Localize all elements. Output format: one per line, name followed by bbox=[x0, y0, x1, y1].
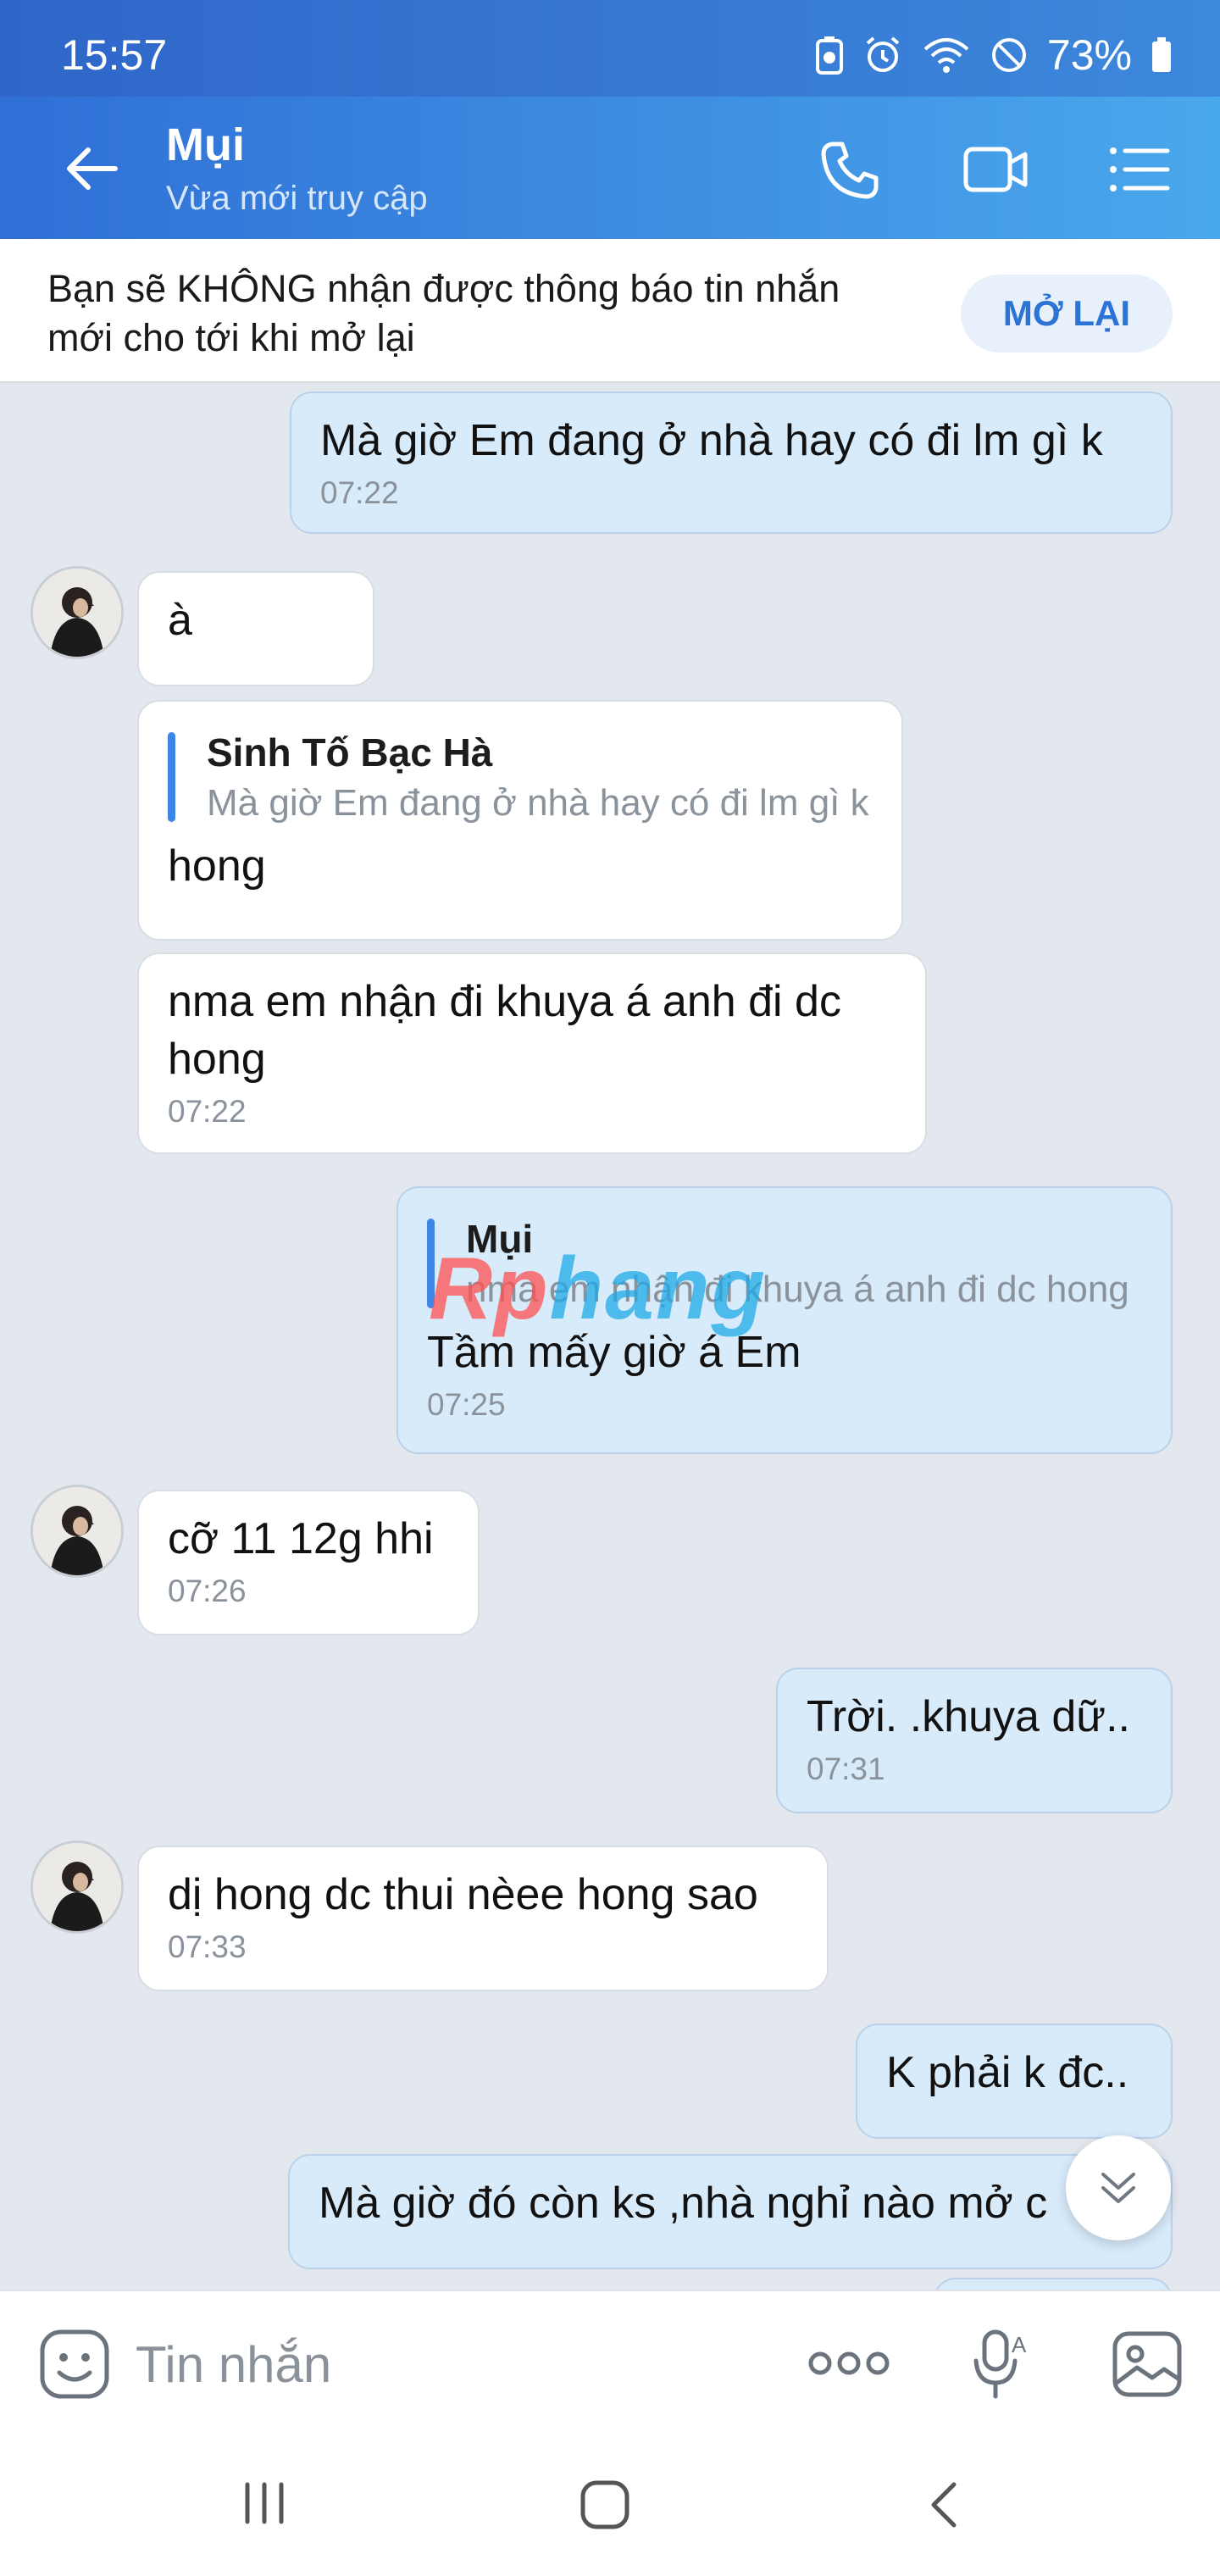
contact-avatar-photo bbox=[33, 569, 121, 657]
avatar[interactable] bbox=[30, 1485, 124, 1578]
message-time: 07:31 bbox=[807, 1752, 885, 1786]
message-outgoing[interactable]: Mà giờ đó còn ks ,nhà nghỉ nào mở c bbox=[288, 2154, 1173, 2269]
list-menu-icon bbox=[1110, 147, 1170, 192]
message-time: 07:26 bbox=[168, 1574, 247, 1608]
status-icons: 73% bbox=[815, 31, 1173, 80]
sticker-face-icon bbox=[40, 2329, 109, 2399]
message-composer: A bbox=[0, 2290, 1220, 2434]
arrow-left-icon bbox=[67, 147, 118, 190]
back-button[interactable] bbox=[61, 139, 129, 198]
message-outgoing[interactable]: Mà giờ Em đang ở nhà hay có đi lm gì k 0… bbox=[290, 391, 1173, 534]
svg-text:A: A bbox=[1012, 2332, 1027, 2357]
battery-saver-icon bbox=[815, 36, 843, 75]
video-camera-icon bbox=[963, 147, 1028, 192]
video-call-button[interactable] bbox=[962, 137, 1030, 202]
chat-header: Mụi Vừa mới truy cập bbox=[0, 97, 1220, 239]
call-button[interactable] bbox=[818, 137, 886, 202]
message-incoming[interactable]: à bbox=[137, 571, 374, 686]
recent-apps-button[interactable] bbox=[239, 2478, 290, 2533]
contact-status: Vừa mới truy cập bbox=[166, 180, 428, 217]
battery-percent: 73% bbox=[1046, 31, 1132, 79]
image-icon bbox=[1112, 2331, 1182, 2397]
avatar[interactable] bbox=[30, 566, 124, 659]
scroll-to-bottom-button[interactable] bbox=[1066, 2135, 1171, 2240]
message-incoming-reply[interactable]: Sinh Tố Bạc Hà Mà giờ Em đang ở nhà hay … bbox=[137, 700, 903, 941]
voice-to-text-button[interactable]: A bbox=[966, 2327, 1034, 2406]
watermark-logo: Rphang bbox=[429, 1240, 768, 1338]
message-time: 07:25 bbox=[427, 1387, 506, 1422]
message-text: à bbox=[168, 596, 192, 645]
contact-avatar-photo bbox=[33, 1487, 121, 1575]
message-outgoing[interactable]: Trời. .khuya dữ.. 07:31 bbox=[776, 1668, 1173, 1813]
notice-text: Bạn sẽ KHÔNG nhận được thông báo tin nhắ… bbox=[47, 267, 840, 359]
avatar[interactable] bbox=[30, 1840, 124, 1934]
chevron-double-down-icon bbox=[1101, 2173, 1135, 2203]
home-button[interactable] bbox=[578, 2478, 632, 2536]
system-navigation-bar bbox=[0, 2434, 1220, 2576]
contact-name[interactable]: Mụi bbox=[166, 119, 245, 171]
system-back-button[interactable] bbox=[923, 2478, 966, 2536]
wifi-icon bbox=[923, 38, 969, 73]
message-text: cỡ 11 12g hhi bbox=[168, 1514, 434, 1563]
recent-apps-icon bbox=[245, 2482, 284, 2524]
notification-muted-banner: Bạn sẽ KHÔNG nhận được thông báo tin nhắ… bbox=[0, 239, 1220, 383]
quoted-message[interactable]: Sinh Tố Bạc Hà Mà giờ Em đang ở nhà hay … bbox=[168, 727, 873, 829]
message-time: 07:22 bbox=[168, 1094, 247, 1129]
more-options-button[interactable] bbox=[807, 2342, 891, 2389]
message-text: Mà giờ Em đang ở nhà hay có đi lm gì k bbox=[320, 416, 1103, 465]
message-time: 07:22 bbox=[320, 475, 399, 510]
message-time: 07:33 bbox=[168, 1929, 247, 1964]
message-outgoing-partial[interactable] bbox=[934, 2278, 1173, 2290]
status-time: 15:57 bbox=[61, 31, 168, 79]
phone-icon bbox=[821, 142, 879, 199]
message-text: Trời. .khuya dữ.. bbox=[807, 1692, 1130, 1741]
message-text: nma em nhận đi khuya á anh đi dc hong bbox=[168, 977, 841, 1084]
more-dots-icon bbox=[808, 2351, 890, 2375]
reopen-notifications-button[interactable]: MỞ LẠI bbox=[961, 275, 1173, 353]
microphone-icon: A bbox=[973, 2329, 1027, 2399]
chat-message-list[interactable]: Mà giờ Em đang ở nhà hay có đi lm gì k 0… bbox=[0, 383, 1220, 2290]
quoted-sender: Sinh Tố Bạc Hà bbox=[207, 730, 493, 774]
message-text: hong bbox=[168, 841, 266, 891]
message-text: Mà giờ đó còn ks ,nhà nghỉ nào mở c bbox=[319, 2179, 1048, 2228]
battery-icon bbox=[1152, 37, 1171, 72]
message-incoming[interactable]: dị hong dc thui nèee hong sao 07:33 bbox=[137, 1846, 829, 1991]
contact-avatar-photo bbox=[33, 1843, 121, 1931]
message-text: K phải k đc.. bbox=[886, 2048, 1129, 2097]
do-not-disturb-icon bbox=[991, 38, 1026, 72]
send-image-button[interactable] bbox=[1110, 2327, 1184, 2406]
message-outgoing[interactable]: K phải k đc.. bbox=[856, 2024, 1173, 2139]
message-incoming[interactable]: nma em nhận đi khuya á anh đi dc hong 07… bbox=[137, 952, 927, 1154]
home-icon bbox=[580, 2480, 629, 2529]
sticker-button[interactable] bbox=[37, 2327, 112, 2406]
chevron-left-icon bbox=[931, 2482, 957, 2528]
chat-menu-button[interactable] bbox=[1106, 137, 1174, 202]
status-bar: 15:57 73% bbox=[0, 0, 1220, 97]
quoted-text: Mà giờ Em đang ở nhà hay có đi lm gì k bbox=[207, 782, 869, 824]
alarm-icon bbox=[866, 36, 900, 72]
message-text: dị hong dc thui nèee hong sao bbox=[168, 1870, 758, 1919]
message-incoming[interactable]: cỡ 11 12g hhi 07:26 bbox=[137, 1490, 480, 1635]
message-input[interactable] bbox=[136, 2329, 779, 2400]
